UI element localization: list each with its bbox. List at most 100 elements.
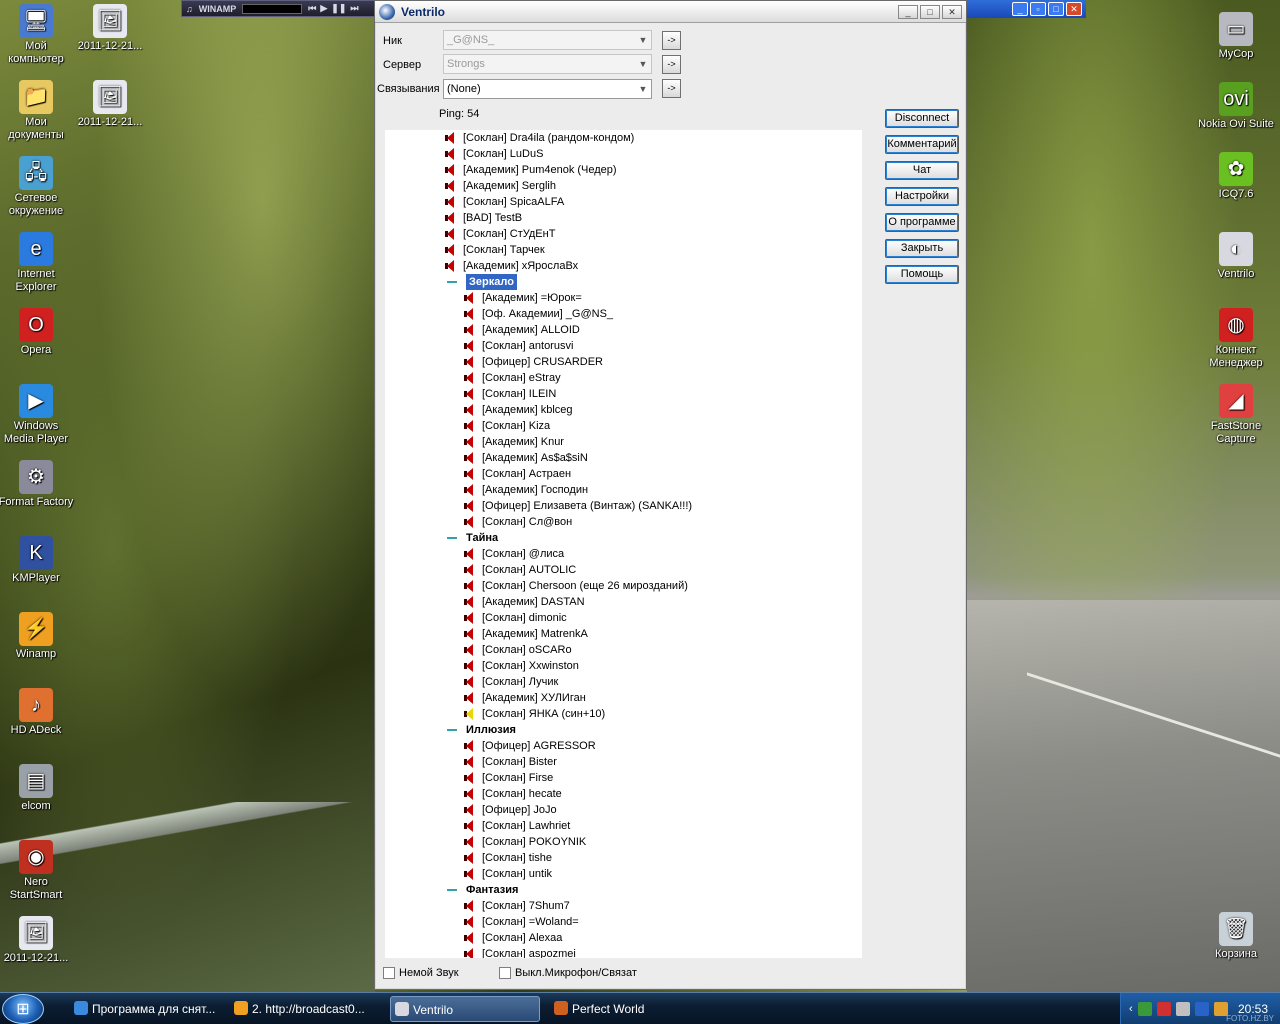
desktop-icon[interactable]: 🖧 Сетевое окружение (0, 156, 74, 218)
bind-combo[interactable]: (None) ▼ (443, 79, 652, 99)
winamp-controls[interactable]: ⏮ ▶ ❚❚ ⏭ (308, 3, 358, 14)
play-icon[interactable]: ▶ (320, 3, 327, 14)
user-row[interactable]: [Академик] Pum4enok (Чедер) (444, 162, 617, 178)
taskbar-button[interactable]: Perfect World (550, 996, 700, 1022)
user-row[interactable]: [Академик] Knur (463, 434, 564, 450)
user-row[interactable]: [Соклан] Bister (463, 754, 557, 770)
user-row[interactable]: [Соклан] Lawhriet (463, 818, 570, 834)
channel-row[interactable]: Иллюзия (447, 722, 516, 738)
user-row[interactable]: [Соклан] СтУдЕнТ (444, 226, 555, 242)
user-row[interactable]: [Соклан] @лиса (463, 546, 564, 562)
mute-sound-checkbox[interactable]: Немой Звук (383, 967, 459, 979)
desktop-icon[interactable]: 🗑 Корзина (1198, 912, 1274, 961)
user-row[interactable]: [Соклан] oSCARo (463, 642, 572, 658)
desktop-icon[interactable]: ⚙ Format Factory (0, 460, 74, 509)
user-row[interactable]: [Соклан] Лучик (463, 674, 558, 690)
user-row[interactable]: [Академик] MatrenkA (463, 626, 588, 642)
user-row[interactable]: [Академик] ХУЛИган (463, 690, 586, 706)
user-row[interactable]: [Соклан] aspozmei (463, 946, 576, 958)
server-edit-button[interactable]: -> (662, 55, 681, 74)
user-row[interactable]: [Соклан] AUTOLIC (463, 562, 576, 578)
desktop-icon[interactable]: ◍ Коннект Менеджер (1198, 308, 1274, 370)
nick-edit-button[interactable]: -> (662, 31, 681, 50)
channel-row[interactable]: Тайна (447, 530, 498, 546)
minimize-icon[interactable]: _ (1012, 2, 1028, 16)
user-row[interactable]: [Соклан] antorusvi (463, 338, 573, 354)
user-row[interactable]: [Соклан] ЯНКА (син+10) (463, 706, 605, 722)
desktop-icon[interactable]: K KMPlayer (0, 536, 74, 585)
desktop-icon[interactable]: e Internet Explorer (0, 232, 74, 294)
user-row[interactable]: [Академик] ALLOID (463, 322, 580, 338)
user-row[interactable]: [Академик] Serglih (444, 178, 556, 194)
desktop-icon[interactable]: 🖥 Мой компьютер (0, 4, 74, 66)
desktop-icon[interactable]: ▭ MyCop (1198, 12, 1274, 61)
collapse-icon[interactable] (447, 889, 457, 891)
user-row[interactable]: [Академик] DASTAN (463, 594, 585, 610)
desktop-icon[interactable]: ◉ Nero StartSmart (0, 840, 74, 902)
side-button-4[interactable]: О программе (885, 213, 959, 232)
user-row[interactable]: [Соклан] Chersoon (еще 26 мирозданий) (463, 578, 688, 594)
maximize-icon[interactable]: □ (920, 4, 940, 19)
checkbox-box[interactable] (383, 967, 395, 979)
start-button[interactable] (2, 994, 44, 1024)
tray-app-icon[interactable] (1137, 1001, 1152, 1016)
user-row[interactable]: [Соклан] Dra4ila (рандом-кондом) (444, 130, 634, 146)
user-row[interactable]: [Соклан] Xxwinston (463, 658, 579, 674)
bind-edit-button[interactable]: -> (662, 79, 681, 98)
user-row[interactable]: [Соклан] POKOYNIK (463, 834, 586, 850)
taskbar-button[interactable]: Ventrilo (390, 996, 540, 1022)
chevron-down-icon[interactable]: ▼ (635, 80, 651, 98)
desktop-icon[interactable]: ♪ HD ADeck (0, 688, 74, 737)
user-row[interactable]: [Офицер] AGRESSOR (463, 738, 596, 754)
desktop-icon[interactable]: ovi Nokia Ovi Suite (1198, 82, 1274, 131)
side-button-2[interactable]: Чат (885, 161, 959, 180)
desktop-icon[interactable]: ◢ FastStone Capture (1198, 384, 1274, 446)
channel-row[interactable]: Фантазия (447, 882, 518, 898)
user-row[interactable]: [BAD] TestB (444, 210, 522, 226)
user-row[interactable]: [Офицер] CRUSARDER (463, 354, 603, 370)
user-row[interactable]: [Соклан] eStray (463, 370, 561, 386)
desktop-icon[interactable]: 🖼 2011-12-21... (0, 916, 74, 965)
tray-volume-icon[interactable] (1194, 1001, 1209, 1016)
tray-network-icon[interactable] (1156, 1001, 1171, 1016)
winamp-player[interactable]: ♫ WINAMP ⏮ ▶ ❚❚ ⏭ (181, 0, 377, 17)
user-row[interactable]: [Соклан] SpicaALFA (444, 194, 564, 210)
next-icon[interactable]: ⏭ (350, 3, 358, 14)
desktop-icon[interactable]: ◐ Ventrilo (1198, 232, 1274, 281)
checkbox-box[interactable] (499, 967, 511, 979)
chevron-down-icon[interactable]: ▼ (635, 31, 651, 49)
side-button-0[interactable]: Disconnect (885, 109, 959, 128)
server-combo[interactable]: Strongs ▼ (443, 54, 652, 74)
user-row[interactable]: [Офицер] Елизавета (Винтаж) (SANKA!!!) (463, 498, 692, 514)
restore-icon[interactable]: ▫ (1030, 2, 1046, 16)
pause-icon[interactable]: ❚❚ (331, 3, 346, 14)
user-row[interactable]: [Академик] хЯрослаВх (444, 258, 578, 274)
user-row[interactable]: [Академик] Господин (463, 482, 588, 498)
minimize-icon[interactable]: _ (898, 4, 918, 19)
channel-row[interactable]: Зеркало (447, 274, 517, 290)
side-button-1[interactable]: Комментарий (885, 135, 959, 154)
user-row[interactable]: [Соклан] Alexaa (463, 930, 562, 946)
close-icon[interactable]: ✕ (942, 4, 962, 19)
prev-icon[interactable]: ⏮ (308, 3, 316, 14)
user-row[interactable]: [Соклан] LuDuS (444, 146, 543, 162)
user-row[interactable]: [Соклан] ILEIN (463, 386, 556, 402)
desktop-icon[interactable]: ⚡ Winamp (0, 612, 74, 661)
desktop-icon[interactable]: O Opera (0, 308, 74, 357)
desktop-icon[interactable]: 🖼 2011-12-21... (72, 4, 148, 53)
taskbar-button[interactable]: Программа для снят... (70, 996, 220, 1022)
side-button-5[interactable]: Закрыть (885, 239, 959, 258)
user-row[interactable]: [Соклан] Астраен (463, 466, 571, 482)
user-row[interactable]: [Соклан] Firse (463, 770, 553, 786)
user-row[interactable]: [Соклан] hecate (463, 786, 562, 802)
desktop-icon[interactable]: ✿ ICQ7.6 (1198, 152, 1274, 201)
collapse-icon[interactable] (447, 281, 457, 283)
taskbar-button[interactable]: 2. http://broadcast0... (230, 996, 380, 1022)
desktop-icon[interactable]: ▶ Windows Media Player (0, 384, 74, 446)
ventrilo-titlebar[interactable]: Ventrilo _ □ ✕ (375, 1, 966, 23)
user-row[interactable]: [Соклан] dimonic (463, 610, 567, 626)
user-row[interactable]: [Соклан] Тарчек (444, 242, 545, 258)
desktop-icon[interactable]: 📁 Мои документы (0, 80, 74, 142)
tray-tool-icon[interactable] (1175, 1001, 1190, 1016)
user-row[interactable]: [Академик] =Юрок= (463, 290, 582, 306)
